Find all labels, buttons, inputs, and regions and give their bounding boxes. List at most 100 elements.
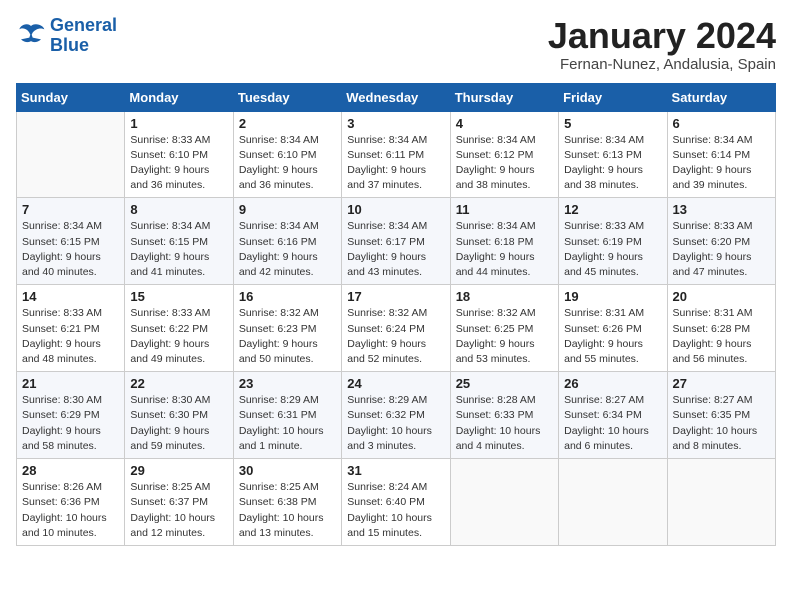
calendar-cell: 4 Sunrise: 8:34 AM Sunset: 6:12 PM Daylig… <box>450 111 558 198</box>
logo: General Blue <box>16 16 117 56</box>
day-info: Sunrise: 8:33 AM Sunset: 6:22 PM Dayligh… <box>130 306 227 367</box>
day-number: 28 <box>22 463 119 478</box>
day-number: 30 <box>239 463 336 478</box>
day-info: Sunrise: 8:27 AM Sunset: 6:35 PM Dayligh… <box>673 393 770 454</box>
calendar-cell: 30 Sunrise: 8:25 AM Sunset: 6:38 PM Dayli… <box>233 459 341 546</box>
day-info: Sunrise: 8:34 AM Sunset: 6:13 PM Dayligh… <box>564 133 661 194</box>
day-number: 16 <box>239 289 336 304</box>
day-number: 19 <box>564 289 661 304</box>
day-number: 9 <box>239 202 336 217</box>
calendar-table: SundayMondayTuesdayWednesdayThursdayFrid… <box>16 83 776 546</box>
day-info: Sunrise: 8:31 AM Sunset: 6:28 PM Dayligh… <box>673 306 770 367</box>
calendar-cell: 21 Sunrise: 8:30 AM Sunset: 6:29 PM Dayli… <box>17 372 125 459</box>
day-header-sunday: Sunday <box>17 83 125 111</box>
calendar-cell: 25 Sunrise: 8:28 AM Sunset: 6:33 PM Dayli… <box>450 372 558 459</box>
calendar-cell <box>667 459 775 546</box>
calendar-cell: 5 Sunrise: 8:34 AM Sunset: 6:13 PM Daylig… <box>559 111 667 198</box>
day-number: 6 <box>673 116 770 131</box>
calendar-cell <box>450 459 558 546</box>
calendar-cell: 28 Sunrise: 8:26 AM Sunset: 6:36 PM Dayli… <box>17 459 125 546</box>
day-number: 21 <box>22 376 119 391</box>
day-info: Sunrise: 8:29 AM Sunset: 6:31 PM Dayligh… <box>239 393 336 454</box>
day-number: 23 <box>239 376 336 391</box>
month-title: January 2024 <box>548 16 776 56</box>
day-number: 13 <box>673 202 770 217</box>
location-subtitle: Fernan-Nunez, Andalusia, Spain <box>548 56 776 73</box>
day-number: 18 <box>456 289 553 304</box>
day-number: 24 <box>347 376 444 391</box>
calendar-cell: 12 Sunrise: 8:33 AM Sunset: 6:19 PM Dayli… <box>559 198 667 285</box>
day-info: Sunrise: 8:29 AM Sunset: 6:32 PM Dayligh… <box>347 393 444 454</box>
calendar-cell: 16 Sunrise: 8:32 AM Sunset: 6:23 PM Dayli… <box>233 285 341 372</box>
day-info: Sunrise: 8:34 AM Sunset: 6:15 PM Dayligh… <box>22 219 119 280</box>
calendar-week-row: 14 Sunrise: 8:33 AM Sunset: 6:21 PM Dayli… <box>17 285 776 372</box>
calendar-cell: 7 Sunrise: 8:34 AM Sunset: 6:15 PM Daylig… <box>17 198 125 285</box>
day-number: 17 <box>347 289 444 304</box>
logo-text: General Blue <box>50 16 117 56</box>
day-number: 7 <box>22 202 119 217</box>
day-number: 2 <box>239 116 336 131</box>
calendar-cell: 27Sunrise: 8:27 AM Sunset: 6:35 PM Dayli… <box>667 372 775 459</box>
day-number: 31 <box>347 463 444 478</box>
day-info: Sunrise: 8:32 AM Sunset: 6:24 PM Dayligh… <box>347 306 444 367</box>
day-info: Sunrise: 8:33 AM Sunset: 6:20 PM Dayligh… <box>673 219 770 280</box>
day-info: Sunrise: 8:34 AM Sunset: 6:18 PM Dayligh… <box>456 219 553 280</box>
day-info: Sunrise: 8:27 AM Sunset: 6:34 PM Dayligh… <box>564 393 661 454</box>
day-info: Sunrise: 8:32 AM Sunset: 6:23 PM Dayligh… <box>239 306 336 367</box>
day-number: 12 <box>564 202 661 217</box>
day-number: 14 <box>22 289 119 304</box>
logo-bird-icon <box>16 21 46 51</box>
day-info: Sunrise: 8:25 AM Sunset: 6:38 PM Dayligh… <box>239 480 336 541</box>
calendar-week-row: 21 Sunrise: 8:30 AM Sunset: 6:29 PM Dayli… <box>17 372 776 459</box>
logo-line1: General <box>50 15 117 35</box>
day-info: Sunrise: 8:28 AM Sunset: 6:33 PM Dayligh… <box>456 393 553 454</box>
calendar-cell: 26 Sunrise: 8:27 AM Sunset: 6:34 PM Dayli… <box>559 372 667 459</box>
day-info: Sunrise: 8:30 AM Sunset: 6:29 PM Dayligh… <box>22 393 119 454</box>
calendar-cell: 23 Sunrise: 8:29 AM Sunset: 6:31 PM Dayli… <box>233 372 341 459</box>
day-number: 15 <box>130 289 227 304</box>
day-info: Sunrise: 8:24 AM Sunset: 6:40 PM Dayligh… <box>347 480 444 541</box>
calendar-cell: 31 Sunrise: 8:24 AM Sunset: 6:40 PM Dayli… <box>342 459 450 546</box>
day-info: Sunrise: 8:34 AM Sunset: 6:11 PM Dayligh… <box>347 133 444 194</box>
calendar-cell: 14 Sunrise: 8:33 AM Sunset: 6:21 PM Dayli… <box>17 285 125 372</box>
calendar-cell: 17 Sunrise: 8:32 AM Sunset: 6:24 PM Dayli… <box>342 285 450 372</box>
calendar-week-row: 28 Sunrise: 8:26 AM Sunset: 6:36 PM Dayli… <box>17 459 776 546</box>
day-number: 20 <box>673 289 770 304</box>
calendar-cell: 20 Sunrise: 8:31 AM Sunset: 6:28 PM Dayli… <box>667 285 775 372</box>
day-number: 11 <box>456 202 553 217</box>
day-header-thursday: Thursday <box>450 83 558 111</box>
day-info: Sunrise: 8:26 AM Sunset: 6:36 PM Dayligh… <box>22 480 119 541</box>
day-info: Sunrise: 8:34 AM Sunset: 6:14 PM Dayligh… <box>673 133 770 194</box>
day-number: 5 <box>564 116 661 131</box>
calendar-cell: 2Sunrise: 8:34 AM Sunset: 6:10 PM Daylig… <box>233 111 341 198</box>
day-number: 26 <box>564 376 661 391</box>
page-header: General Blue January 2024 Fernan-Nunez, … <box>16 16 776 73</box>
day-info: Sunrise: 8:32 AM Sunset: 6:25 PM Dayligh… <box>456 306 553 367</box>
day-info: Sunrise: 8:34 AM Sunset: 6:16 PM Dayligh… <box>239 219 336 280</box>
day-number: 22 <box>130 376 227 391</box>
day-header-wednesday: Wednesday <box>342 83 450 111</box>
calendar-cell: 10Sunrise: 8:34 AM Sunset: 6:17 PM Dayli… <box>342 198 450 285</box>
day-number: 10 <box>347 202 444 217</box>
day-header-friday: Friday <box>559 83 667 111</box>
calendar-cell: 11 Sunrise: 8:34 AM Sunset: 6:18 PM Dayli… <box>450 198 558 285</box>
calendar-cell: 22 Sunrise: 8:30 AM Sunset: 6:30 PM Dayli… <box>125 372 233 459</box>
day-number: 4 <box>456 116 553 131</box>
day-number: 25 <box>456 376 553 391</box>
day-number: 3 <box>347 116 444 131</box>
calendar-cell: 1Sunrise: 8:33 AM Sunset: 6:10 PM Daylig… <box>125 111 233 198</box>
calendar-week-row: 7 Sunrise: 8:34 AM Sunset: 6:15 PM Daylig… <box>17 198 776 285</box>
calendar-cell: 6 Sunrise: 8:34 AM Sunset: 6:14 PM Daylig… <box>667 111 775 198</box>
day-info: Sunrise: 8:34 AM Sunset: 6:15 PM Dayligh… <box>130 219 227 280</box>
calendar-cell: 9 Sunrise: 8:34 AM Sunset: 6:16 PM Daylig… <box>233 198 341 285</box>
logo-line2: Blue <box>50 35 89 55</box>
day-info: Sunrise: 8:33 AM Sunset: 6:19 PM Dayligh… <box>564 219 661 280</box>
day-header-saturday: Saturday <box>667 83 775 111</box>
calendar-cell: 24 Sunrise: 8:29 AM Sunset: 6:32 PM Dayli… <box>342 372 450 459</box>
day-info: Sunrise: 8:30 AM Sunset: 6:30 PM Dayligh… <box>130 393 227 454</box>
day-number: 1 <box>130 116 227 131</box>
calendar-week-row: 1Sunrise: 8:33 AM Sunset: 6:10 PM Daylig… <box>17 111 776 198</box>
day-info: Sunrise: 8:34 AM Sunset: 6:12 PM Dayligh… <box>456 133 553 194</box>
calendar-cell: 8Sunrise: 8:34 AM Sunset: 6:15 PM Daylig… <box>125 198 233 285</box>
day-info: Sunrise: 8:33 AM Sunset: 6:21 PM Dayligh… <box>22 306 119 367</box>
